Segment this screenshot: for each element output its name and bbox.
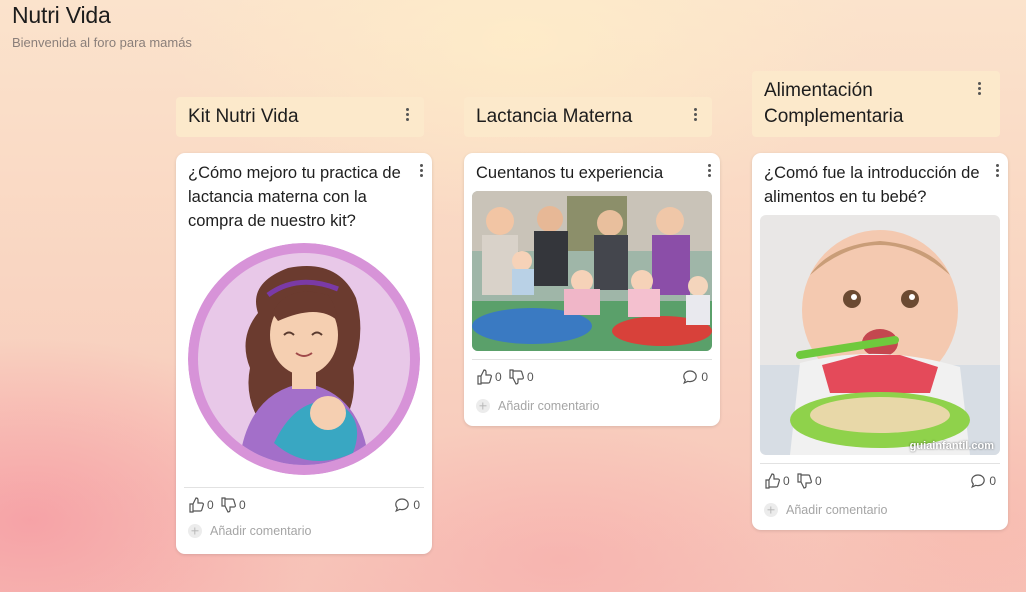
like-button[interactable]: 0	[476, 369, 502, 385]
card-divider	[472, 359, 712, 360]
comment-count: 0	[701, 370, 708, 384]
column-header: Alimentación Complementaria	[752, 71, 1000, 137]
post-more-options-icon[interactable]	[702, 161, 716, 179]
add-comment-placeholder: Añadir comentario	[786, 503, 888, 517]
post-card[interactable]: ¿Comó fue la introducción de alimentos e…	[752, 153, 1008, 530]
dislike-button[interactable]: 0	[796, 473, 822, 489]
card-divider	[760, 463, 1000, 464]
board-header: Nutri Vida Bienvenida al foro para mamás	[12, 2, 192, 50]
column-header: Kit Nutri Vida	[176, 97, 424, 137]
reactions-bar: 0 0 0	[764, 473, 996, 491]
dislike-button[interactable]: 0	[220, 497, 246, 513]
column-alimentacion-complementaria: Alimentación Complementaria ¿Comó fue la…	[752, 71, 1008, 531]
like-button[interactable]: 0	[188, 497, 214, 513]
like-count: 0	[783, 474, 790, 488]
plus-icon	[188, 524, 202, 538]
comment-count: 0	[989, 474, 996, 488]
post-title: ¿Cómo mejoro tu practica de lactancia ma…	[188, 164, 401, 230]
comment-count: 0	[413, 498, 420, 512]
plus-icon	[764, 503, 778, 517]
column-kit-nutri-vida: Kit Nutri Vida ¿Cómo mejoro tu practica …	[176, 97, 432, 557]
post-more-options-icon[interactable]	[990, 161, 1004, 179]
post-image-mothers-group-photo	[472, 191, 712, 351]
post-image-baby-eating-photo: guiainfantil.com	[760, 215, 1000, 455]
column-more-options-icon[interactable]	[972, 79, 986, 97]
post-title: Cuentanos tu experiencia	[476, 164, 664, 182]
post-title: ¿Comó fue la introducción de alimentos e…	[764, 164, 980, 206]
dislike-count: 0	[815, 474, 822, 488]
like-count: 0	[207, 498, 214, 512]
comment-icon	[395, 498, 410, 513]
plus-icon	[476, 399, 490, 413]
post-image-breastfeeding-illustration	[188, 243, 420, 475]
comment-icon	[683, 370, 698, 385]
post-card[interactable]: Cuentanos tu experiencia 0 0 0 Añadir co…	[464, 153, 720, 426]
add-comment-input[interactable]: Añadir comentario	[476, 399, 599, 413]
comments-button[interactable]: 0	[970, 473, 996, 489]
reactions-bar: 0 0 0	[188, 497, 420, 515]
thumbs-down-icon	[797, 473, 812, 489]
post-more-options-icon[interactable]	[414, 161, 428, 179]
reactions-bar: 0 0 0	[476, 369, 708, 387]
column-more-options-icon[interactable]	[400, 105, 414, 123]
add-comment-placeholder: Añadir comentario	[498, 399, 600, 413]
column-title: Lactancia Materna	[476, 106, 633, 127]
like-count: 0	[495, 370, 502, 384]
thumbs-up-icon	[189, 497, 204, 513]
column-more-options-icon[interactable]	[688, 105, 702, 123]
image-watermark: guiainfantil.com	[909, 440, 994, 452]
comment-icon	[971, 474, 986, 489]
column-lactancia-materna: Lactancia Materna Cuentanos tu experienc…	[464, 97, 720, 427]
add-comment-input[interactable]: Añadir comentario	[764, 503, 887, 517]
dislike-button[interactable]: 0	[508, 369, 534, 385]
thumbs-up-icon	[477, 369, 492, 385]
dislike-count: 0	[527, 370, 534, 384]
like-button[interactable]: 0	[764, 473, 790, 489]
board-subtitle: Bienvenida al foro para mamás	[12, 35, 192, 50]
comments-button[interactable]: 0	[682, 369, 708, 385]
dislike-count: 0	[239, 498, 246, 512]
add-comment-input[interactable]: Añadir comentario	[188, 524, 311, 538]
board-title: Nutri Vida	[12, 2, 111, 28]
thumbs-down-icon	[221, 497, 236, 513]
thumbs-up-icon	[765, 473, 780, 489]
comments-button[interactable]: 0	[394, 497, 420, 513]
thumbs-down-icon	[509, 369, 524, 385]
column-header: Lactancia Materna	[464, 97, 712, 137]
column-title: Kit Nutri Vida	[188, 106, 299, 127]
card-divider	[184, 487, 424, 488]
column-title: Alimentación Complementaria	[764, 80, 904, 127]
post-card[interactable]: ¿Cómo mejoro tu practica de lactancia ma…	[176, 153, 432, 554]
add-comment-placeholder: Añadir comentario	[210, 524, 312, 538]
